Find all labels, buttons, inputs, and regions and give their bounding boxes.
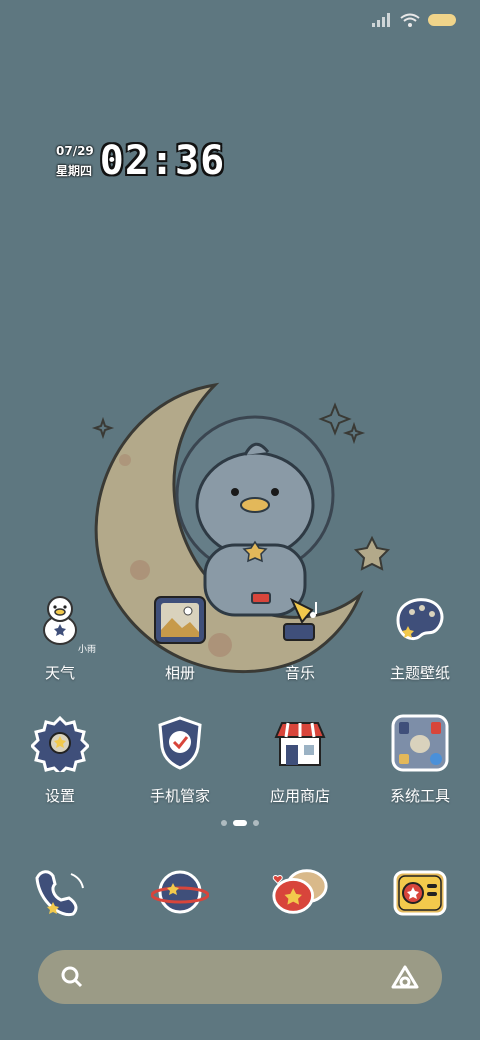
app-row-1: 天气 相册 音乐 主题壁纸 — [0, 590, 480, 683]
app-music[interactable]: 音乐 — [240, 590, 360, 683]
page-dot-active — [233, 820, 247, 826]
photo-album-icon — [150, 590, 210, 650]
dock-messages[interactable] — [240, 862, 360, 922]
duck-weather-icon — [30, 590, 90, 650]
app-label: 手机管家 — [149, 787, 210, 805]
dock-browser[interactable] — [120, 862, 240, 922]
app-label: 音乐 — [284, 664, 315, 682]
dock-camera[interactable] — [360, 862, 480, 922]
weather-hint: 小雨 — [78, 645, 97, 655]
phone-icon — [30, 862, 90, 922]
signal-icon — [372, 13, 390, 27]
assistant-icon[interactable] — [390, 964, 420, 990]
clock-date: 07/29 — [56, 143, 94, 158]
app-gallery[interactable]: 相册 — [120, 590, 240, 683]
app-label: 系统工具 — [389, 787, 450, 805]
app-label: 应用商店 — [269, 787, 330, 805]
app-system-tools[interactable]: 系统工具 — [360, 713, 480, 806]
camera-icon — [390, 862, 450, 922]
page-dot — [221, 820, 227, 826]
clock-time: 02:36 — [99, 138, 226, 184]
app-label: 设置 — [44, 787, 75, 805]
page-dot — [253, 820, 259, 826]
shield-check-icon — [150, 713, 210, 773]
search-icon[interactable] — [60, 965, 84, 989]
app-themes[interactable]: 主题壁纸 — [360, 590, 480, 683]
app-weather[interactable]: 天气 — [0, 590, 120, 683]
dock-phone[interactable] — [0, 862, 120, 922]
clock-weekday: 星期四 — [56, 163, 93, 178]
app-label: 主题壁纸 — [389, 664, 450, 682]
dock — [0, 862, 480, 922]
app-phone-manager[interactable]: 手机管家 — [120, 713, 240, 806]
chat-bubbles-icon — [270, 862, 330, 922]
app-label: 相册 — [164, 664, 195, 682]
app-store[interactable]: 应用商店 — [240, 713, 360, 806]
wifi-icon — [400, 13, 420, 27]
app-settings[interactable]: 设置 — [0, 713, 120, 806]
clock-widget[interactable]: 07/29 星期四 02:36 — [56, 138, 225, 184]
gear-icon — [30, 713, 90, 773]
status-bar — [372, 10, 456, 30]
theme-palette-icon — [390, 590, 450, 650]
battery-icon — [428, 14, 456, 26]
search-bar[interactable] — [38, 950, 442, 1004]
page-indicator[interactable] — [0, 820, 480, 826]
app-row-2: 设置 手机管家 应用商店 系统工具 — [0, 713, 480, 806]
planet-browser-icon — [150, 862, 210, 922]
tools-folder-icon — [390, 713, 450, 773]
store-icon — [270, 713, 330, 773]
music-gramophone-icon — [270, 590, 330, 650]
app-label: 天气 — [44, 664, 75, 682]
